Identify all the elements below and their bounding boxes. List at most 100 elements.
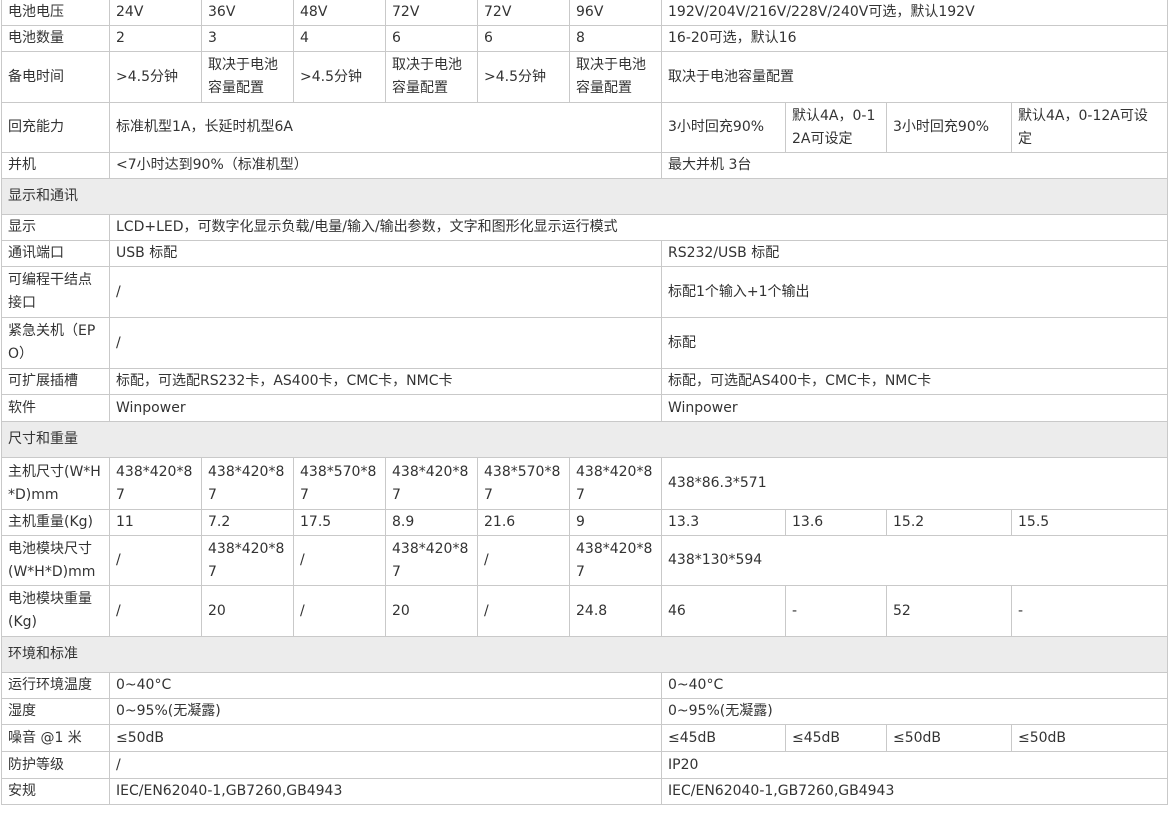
section-header: 显示和通讯	[0, 178, 1168, 215]
row-label: 防护等级	[1, 751, 110, 779]
section-title: 显示和通讯	[0, 178, 1168, 215]
table-cell: 438*420*87	[569, 535, 662, 586]
row-label: 电池模块尺寸(W*H*D)mm	[1, 535, 110, 586]
table-row: 电池模块重量(Kg) / 20 / 20 / 24.8 46 - 52 -	[1, 585, 1168, 637]
table-cell: 7.2	[201, 509, 294, 536]
row-label: 通讯端口	[1, 240, 110, 267]
table-cell: 72V	[477, 0, 570, 26]
table-row: 电池模块尺寸(W*H*D)mm / 438*420*87 / 438*420*8…	[1, 535, 1168, 586]
row-label: 主机尺寸(W*H*D)mm	[1, 457, 110, 510]
table-cell: Winpower	[660, 394, 1168, 422]
table-cell: 默认4A，0-12A可设定	[1010, 102, 1168, 153]
row-label: 主机重量(Kg)	[1, 509, 110, 536]
table-row: 噪音 @1 米 ≤50dB ≤45dB ≤45dB ≤50dB ≤50dB	[1, 724, 1168, 752]
table-cell: ≤45dB	[785, 724, 887, 752]
table-row: 通讯端口 USB 标配 RS232/USB 标配	[1, 240, 1168, 267]
table-cell: 0~95%(无凝露)	[109, 698, 662, 725]
table-cell: 标配1个输入+1个输出	[660, 266, 1168, 318]
row-label: 显示	[1, 214, 110, 241]
table-cell: >4.5分钟	[109, 51, 202, 103]
table-row: 显示 LCD+LED，可数字化显示负载/电量/输入/输出参数，文字和图形化显示运…	[1, 214, 1168, 241]
row-label: 电池数量	[1, 25, 110, 52]
table-cell: -	[785, 585, 887, 637]
section-title: 环境和标准	[0, 636, 1168, 673]
table-cell: LCD+LED，可数字化显示负载/电量/输入/输出参数，文字和图形化显示运行模式	[108, 214, 1168, 241]
table-cell: >4.5分钟	[293, 51, 386, 103]
table-cell: 2	[109, 25, 202, 52]
row-label: 备电时间	[1, 51, 110, 103]
table-cell: 17.5	[293, 509, 386, 536]
table-cell: /	[109, 535, 202, 586]
table-cell: 取决于电池容量配置	[201, 51, 294, 103]
table-cell: 438*420*87	[569, 457, 662, 510]
table-cell: 13.3	[661, 509, 786, 536]
table-cell: 24V	[109, 0, 202, 26]
row-label: 紧急关机（EPO）	[1, 317, 110, 369]
table-cell: 0~95%(无凝露)	[660, 698, 1168, 725]
table-cell: RS232/USB 标配	[660, 240, 1168, 267]
row-label: 回充能力	[1, 102, 110, 153]
table-cell: 0~40°C	[660, 672, 1168, 699]
row-label: 安规	[1, 778, 110, 805]
row-label: 可扩展插槽	[1, 368, 110, 395]
table-cell: 13.6	[785, 509, 887, 536]
table-cell: 24.8	[569, 585, 662, 637]
table-cell: 6	[385, 25, 478, 52]
table-cell: 15.5	[1010, 509, 1168, 536]
table-cell: ≤50dB	[1010, 724, 1168, 752]
table-cell: 取决于电池容量配置	[385, 51, 478, 103]
table-cell: IEC/EN62040-1,GB7260,GB4943	[109, 778, 662, 805]
table-cell: 取决于电池容量配置	[569, 51, 662, 103]
row-label: 电池电压	[1, 0, 110, 26]
table-cell: 3	[201, 25, 294, 52]
table-cell: IEC/EN62040-1,GB7260,GB4943	[660, 778, 1168, 805]
table-cell: <7小时达到90%（标准机型）	[109, 152, 662, 179]
table-cell: 36V	[201, 0, 294, 26]
table-cell: 取决于电池容量配置	[660, 51, 1168, 103]
spec-table: 电池电压 24V 36V 48V 72V 72V 96V 192V/204V/2…	[0, 0, 1168, 805]
table-cell: 6	[477, 25, 570, 52]
table-row: 电池电压 24V 36V 48V 72V 72V 96V 192V/204V/2…	[1, 0, 1168, 26]
table-cell: /	[109, 585, 202, 637]
table-cell: IP20	[660, 751, 1168, 779]
table-cell: 标配	[660, 317, 1168, 369]
table-cell: 8.9	[385, 509, 478, 536]
table-cell: /	[477, 585, 570, 637]
table-cell: 438*570*87	[293, 457, 386, 510]
table-cell: >4.5分钟	[477, 51, 570, 103]
table-row: 回充能力 标准机型1A，长延时机型6A 3小时回充90% 默认4A，0-12A可…	[1, 102, 1168, 153]
table-row: 紧急关机（EPO） / 标配	[1, 317, 1168, 369]
table-cell: 52	[886, 585, 1012, 637]
table-cell: 最大并机 3台	[660, 152, 1168, 179]
row-label: 湿度	[1, 698, 110, 725]
table-row: 可编程干结点接口 / 标配1个输入+1个输出	[1, 266, 1168, 318]
section-header: 环境和标准	[0, 636, 1168, 673]
table-row: 软件 Winpower Winpower	[1, 394, 1168, 422]
table-cell: /	[293, 585, 386, 637]
table-row: 电池数量 2 3 4 6 6 8 16-20可选，默认16	[1, 25, 1168, 52]
row-label: 软件	[1, 394, 110, 422]
table-cell: 438*420*87	[385, 535, 478, 586]
table-row: 防护等级 / IP20	[1, 751, 1168, 779]
table-row: 安规 IEC/EN62040-1,GB7260,GB4943 IEC/EN620…	[1, 778, 1168, 805]
table-cell: 9	[569, 509, 662, 536]
table-cell: ≤50dB	[886, 724, 1012, 752]
table-cell: 15.2	[886, 509, 1012, 536]
table-cell: 0~40°C	[109, 672, 662, 699]
table-row: 并机 <7小时达到90%（标准机型） 最大并机 3台	[1, 152, 1168, 179]
table-row: 主机重量(Kg) 11 7.2 17.5 8.9 21.6 9 13.3 13.…	[1, 509, 1168, 536]
section-header: 尺寸和重量	[0, 421, 1168, 458]
table-cell: 11	[109, 509, 202, 536]
table-cell: 72V	[385, 0, 478, 26]
table-cell: 438*420*87	[385, 457, 478, 510]
table-cell: 8	[569, 25, 662, 52]
table-cell: 46	[661, 585, 786, 637]
table-row: 可扩展插槽 标配，可选配RS232卡，AS400卡，CMC卡，NMC卡 标配，可…	[1, 368, 1168, 395]
table-cell: 3小时回充90%	[886, 102, 1012, 153]
table-cell: 96V	[569, 0, 662, 26]
table-cell: 标配，可选配AS400卡，CMC卡，NMC卡	[660, 368, 1168, 395]
table-row: 备电时间 >4.5分钟 取决于电池容量配置 >4.5分钟 取决于电池容量配置 >…	[1, 51, 1168, 103]
row-label: 电池模块重量(Kg)	[1, 585, 110, 637]
section-title: 尺寸和重量	[0, 421, 1168, 458]
row-label: 运行环境温度	[1, 672, 110, 699]
